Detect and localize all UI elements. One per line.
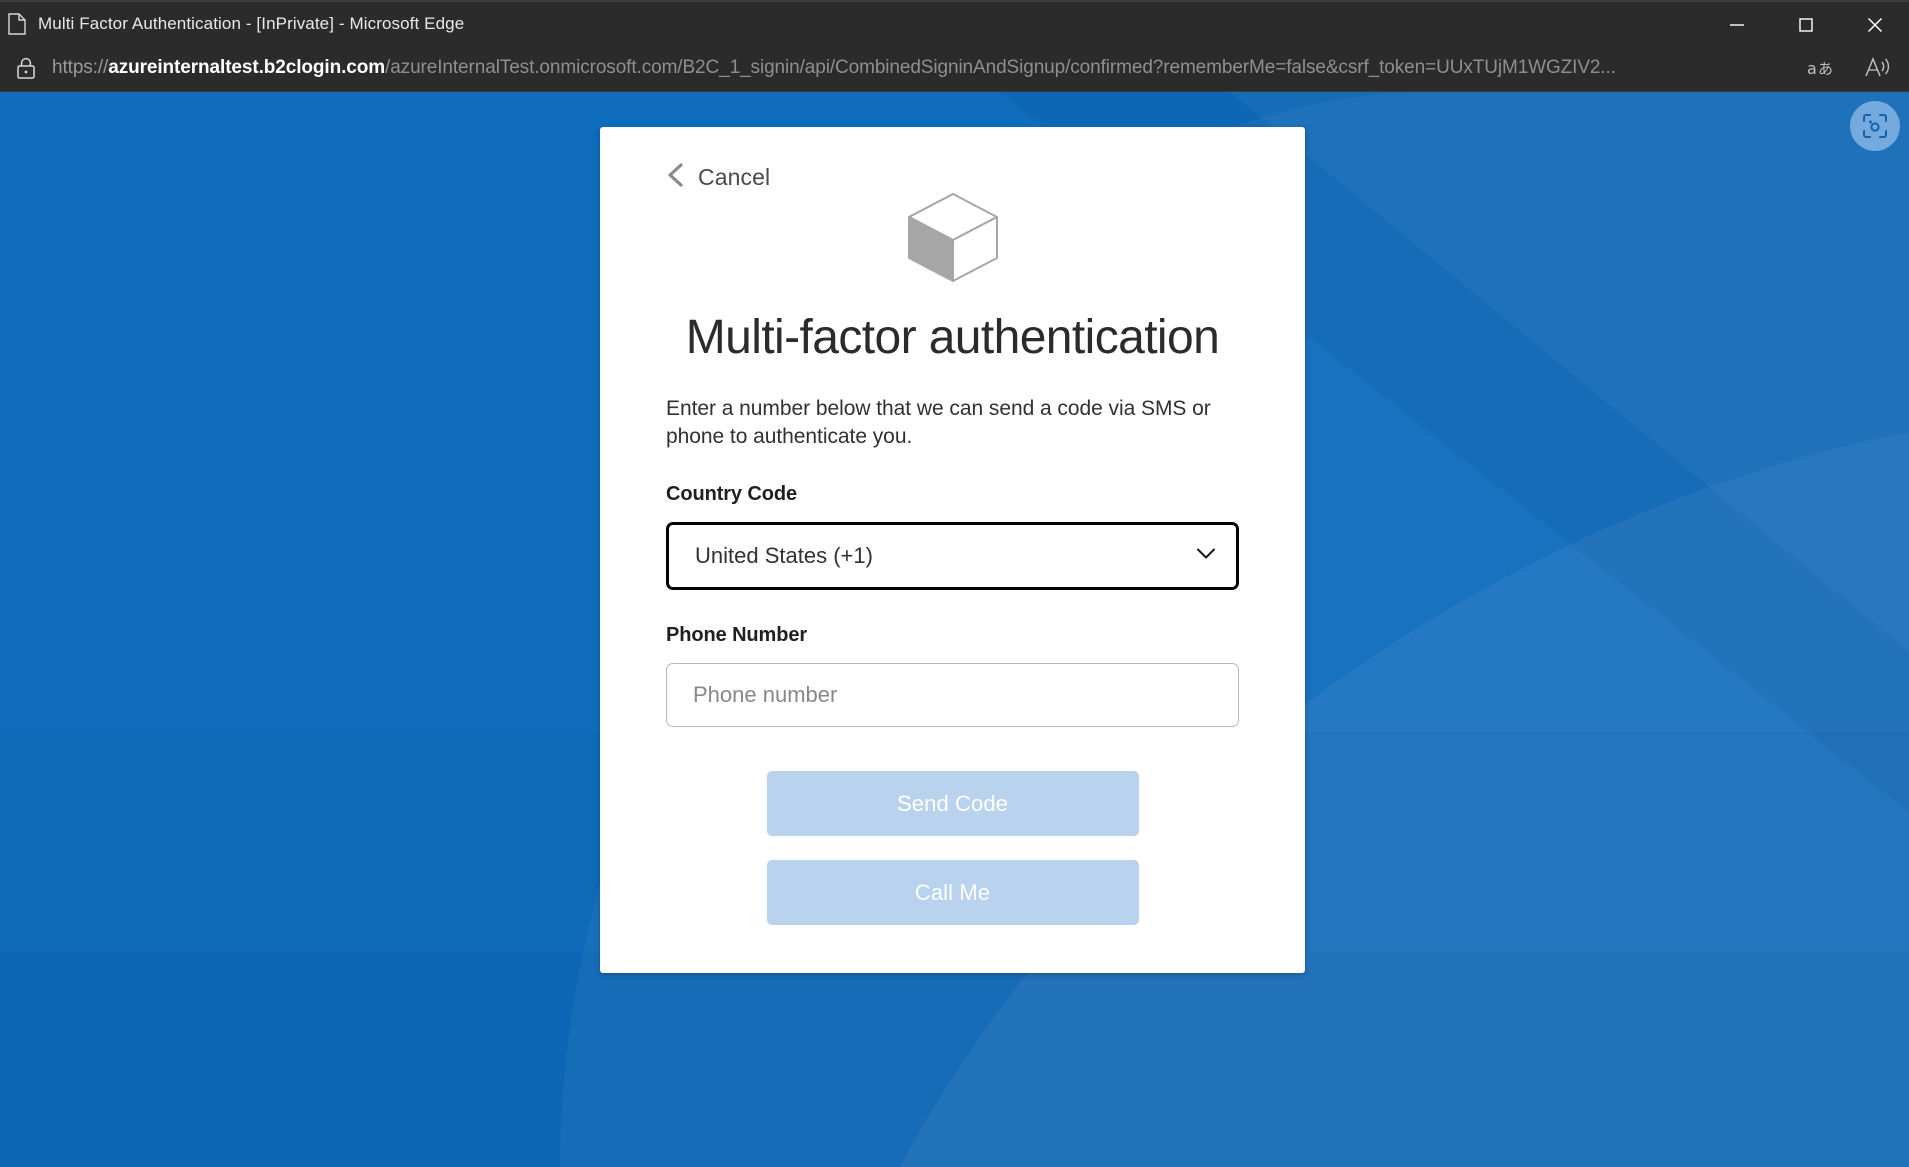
page-viewport: Cancel Multi-factor authentication En bbox=[0, 92, 1909, 1167]
country-code-label: Country Code bbox=[666, 483, 1239, 506]
browser-window: Multi Factor Authentication - [InPrivate… bbox=[0, 0, 1909, 1167]
send-code-button[interactable]: Send Code bbox=[767, 771, 1139, 836]
title-bar: Multi Factor Authentication - [InPrivate… bbox=[0, 0, 1909, 45]
svg-text:あ: あ bbox=[1818, 60, 1833, 78]
address-bar[interactable]: https://azureinternaltest.b2clogin.com/a… bbox=[0, 45, 1909, 92]
lock-icon[interactable] bbox=[0, 45, 52, 92]
country-code-selected-value: United States (+1) bbox=[695, 543, 873, 569]
cancel-label: Cancel bbox=[698, 164, 770, 191]
read-aloud-icon[interactable] bbox=[1849, 46, 1905, 90]
window-title: Multi Factor Authentication - [InPrivate… bbox=[38, 14, 464, 34]
minimize-button[interactable] bbox=[1702, 2, 1771, 47]
logo-container bbox=[666, 188, 1239, 291]
title-bar-left: Multi Factor Authentication - [InPrivate… bbox=[0, 12, 464, 36]
phone-number-input[interactable] bbox=[666, 663, 1239, 727]
country-code-select-wrapper: United States (+1) bbox=[666, 522, 1239, 590]
cube-logo-icon bbox=[903, 188, 1003, 291]
intro-text: Enter a number below that we can send a … bbox=[666, 395, 1239, 451]
url-path: /azureInternalTest.onmicrosoft.com/B2C_1… bbox=[385, 57, 1616, 78]
country-code-select[interactable]: United States (+1) bbox=[666, 522, 1239, 590]
cancel-link[interactable]: Cancel bbox=[666, 161, 770, 194]
page-document-icon bbox=[6, 12, 28, 36]
mfa-card: Cancel Multi-factor authentication En bbox=[600, 127, 1305, 973]
action-buttons: Send Code Call Me bbox=[666, 771, 1239, 925]
page-title: Multi-factor authentication bbox=[666, 313, 1239, 363]
url-host: azureinternaltest.b2clogin.com bbox=[108, 57, 385, 78]
phone-number-label: Phone Number bbox=[666, 624, 1239, 647]
url-text[interactable]: https://azureinternaltest.b2clogin.com/a… bbox=[52, 57, 1793, 79]
chevron-left-icon bbox=[666, 161, 686, 194]
call-me-button[interactable]: Call Me bbox=[767, 860, 1139, 925]
window-controls bbox=[1702, 2, 1909, 45]
maximize-button[interactable] bbox=[1771, 2, 1840, 47]
screenshot-capture-icon bbox=[1861, 112, 1889, 140]
close-button[interactable] bbox=[1840, 2, 1909, 47]
url-scheme: https:// bbox=[52, 57, 108, 78]
screenshot-capture-button[interactable] bbox=[1850, 101, 1900, 151]
translate-icon[interactable]: a あ bbox=[1793, 46, 1849, 90]
svg-text:a: a bbox=[1807, 59, 1817, 78]
